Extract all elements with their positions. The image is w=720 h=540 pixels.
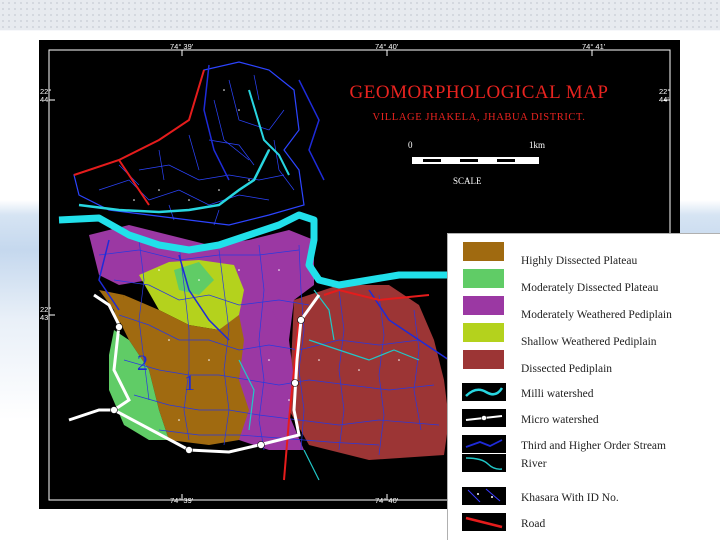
legend-item: River: [448, 454, 720, 486]
zone-label-1: 1: [184, 370, 195, 395]
legend-label: Moderately Dissected Plateau: [521, 282, 659, 294]
map-title: GEOMORPHOLOGICAL MAP: [349, 82, 609, 103]
river-symbol-icon: [462, 454, 506, 472]
legend-item: Moderately Dissected Plateau: [448, 269, 720, 295]
map-subtitle: VILLAGE JHAKELA, JHABUA DISTRICT.: [372, 112, 586, 123]
khasara-symbol-icon: [462, 487, 506, 505]
map-legend: Highly Dissected Plateau Moderately Diss…: [447, 233, 720, 540]
legend-label: Road: [521, 518, 546, 530]
dissected-pediplain-area: [289, 285, 449, 460]
milli-watershed-symbol-icon: [462, 383, 506, 401]
legend-swatch-dissected-pediplain: [463, 350, 504, 369]
legend-label: Highly Dissected Plateau: [521, 255, 638, 267]
legend-label: Moderately Weathered Pediplain: [521, 309, 672, 321]
scale-start-label: 0: [408, 140, 413, 150]
legend-label: Khasara With ID No.: [521, 492, 619, 504]
legend-swatch-moderately-weathered-pediplain: [463, 296, 504, 315]
legend-label: Third and Higher Order Stream: [521, 440, 666, 452]
header-band: [0, 0, 720, 30]
zone-label-2: 2: [137, 350, 148, 375]
legend-item: Shallow Weathered Pediplain: [448, 323, 720, 349]
legend-label: Dissected Pediplain: [521, 363, 613, 375]
coord-right-1: 22° 44': [659, 87, 671, 104]
coord-top-3: 74° 41': [582, 42, 606, 51]
coord-top-2: 74° 40': [375, 42, 399, 51]
scale-bar: [412, 157, 539, 164]
coord-left-1: 22° 44': [40, 87, 52, 104]
scale-end-label: 1km: [529, 140, 546, 150]
coord-left-2: 22° 43': [40, 305, 52, 322]
legend-item: Road: [448, 512, 720, 538]
legend-item: Milli watershed: [448, 382, 720, 408]
legend-label: Milli watershed: [521, 388, 594, 400]
legend-item: Moderately Weathered Pediplain: [448, 296, 720, 322]
scale-caption: SCALE: [453, 176, 482, 186]
legend-item: Micro watershed: [448, 408, 720, 434]
legend-swatch-moderately-dissected-plateau: [463, 269, 504, 288]
legend-label: Micro watershed: [521, 414, 599, 426]
road-symbol-icon: [462, 513, 506, 531]
legend-item: Khasara With ID No.: [448, 486, 720, 512]
coord-top-1: 74° 39': [170, 42, 194, 51]
legend-label: River: [521, 458, 547, 470]
legend-item: Dissected Pediplain: [448, 350, 720, 376]
legend-label: Shallow Weathered Pediplain: [521, 336, 657, 348]
coord-bottom-2: 74° 40': [375, 496, 399, 505]
legend-swatch-shallow-weathered-pediplain: [463, 323, 504, 342]
coord-bottom-1: 74° 39': [170, 496, 194, 505]
micro-watershed-symbol-icon: [462, 409, 506, 427]
stream-symbol-icon: [462, 435, 506, 453]
legend-item: Highly Dissected Plateau: [448, 242, 720, 268]
legend-swatch-highly-dissected-plateau: [463, 242, 504, 261]
